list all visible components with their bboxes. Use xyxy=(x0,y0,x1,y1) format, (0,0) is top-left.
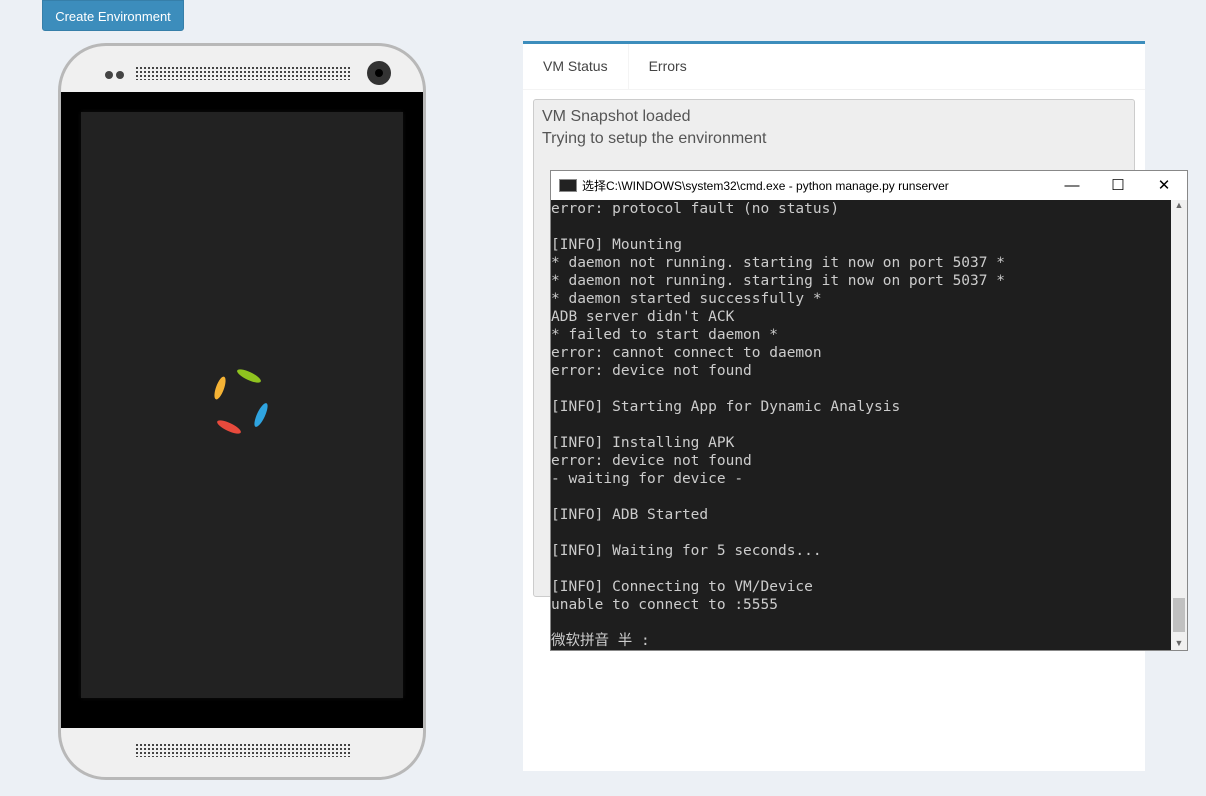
scroll-up-icon[interactable]: ▲ xyxy=(1171,200,1187,210)
scrollbar-thumb[interactable] xyxy=(1173,598,1185,632)
create-environment-button[interactable]: Create Environment xyxy=(42,0,184,31)
speaker-grill xyxy=(135,66,351,80)
close-button[interactable]: ✕ xyxy=(1141,171,1187,200)
minimize-button[interactable]: — xyxy=(1049,171,1095,200)
scroll-down-icon[interactable]: ▼ xyxy=(1171,638,1187,648)
scrollbar[interactable]: ▲ ▼ xyxy=(1171,200,1187,650)
status-line: VM Snapshot loaded xyxy=(542,108,691,125)
device-display[interactable] xyxy=(81,112,403,698)
cmd-window[interactable]: 选择C:\WINDOWS\system32\cmd.exe - python m… xyxy=(550,170,1188,651)
maximize-button[interactable]: ☐ xyxy=(1095,171,1141,200)
cmd-icon xyxy=(559,179,577,192)
terminal-output[interactable]: error: protocol fault (no status) [INFO]… xyxy=(551,200,1171,650)
status-line: Trying to setup the environment xyxy=(542,130,767,147)
phone-frame xyxy=(58,43,426,780)
tab-errors[interactable]: Errors xyxy=(629,44,707,89)
cmd-title: 选择C:\WINDOWS\system32\cmd.exe - python m… xyxy=(582,179,949,193)
tab-vm-status[interactable]: VM Status xyxy=(523,44,629,89)
camera-icon xyxy=(367,61,391,85)
sensor-icon xyxy=(105,71,113,79)
loading-spinner-icon xyxy=(214,369,268,434)
sensor-icon xyxy=(116,71,124,79)
speaker-grill xyxy=(135,743,351,757)
device-screen[interactable] xyxy=(61,92,423,728)
